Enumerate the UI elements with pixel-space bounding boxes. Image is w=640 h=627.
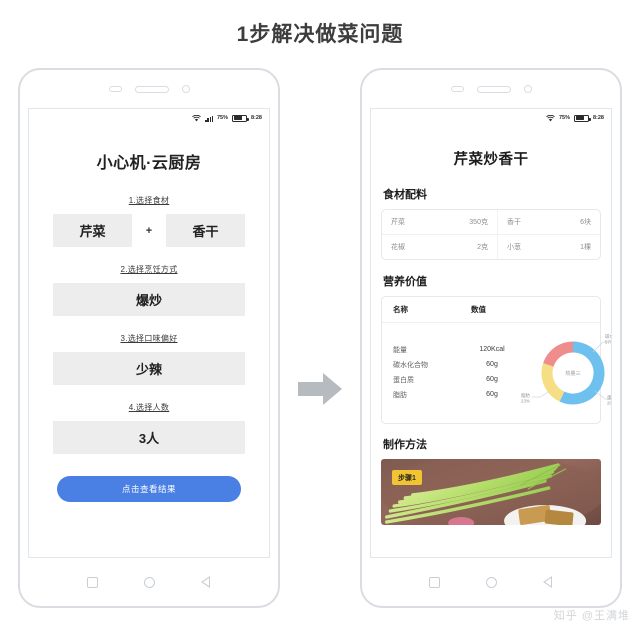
nutrition-rows: 能量 120Kcal 碳水化合物 60g 蛋白质 60g 脂肪 60g — [382, 342, 521, 402]
donut-label-protein-pct: 20% — [607, 401, 612, 406]
battery-percent-label: 75% — [558, 115, 570, 121]
table-row: 脂肪 60g — [393, 387, 521, 402]
ingredients-table: 芹菜 350克 香干 6块 花椒 2克 小葱 1棵 — [382, 210, 600, 259]
triangle-back-icon[interactable] — [542, 576, 553, 588]
circle-icon[interactable] — [486, 576, 498, 588]
nutrition-card: 名称 数值 能量 120Kcal 碳水化合物 60g 蛋白质 60g 脂肪 60… — [381, 296, 611, 424]
plus-icon: + — [145, 224, 153, 237]
ingredient-name: 芹菜 — [382, 210, 436, 235]
method-step-image[interactable]: 步骤1 — [381, 459, 601, 525]
speaker-grille-icon — [476, 85, 511, 93]
nutrition-table-body: 能量 120Kcal 碳水化合物 60g 蛋白质 60g 脂肪 60g 热量三 … — [382, 323, 611, 423]
status-clock: 8:28 — [250, 115, 262, 121]
android-nav-bar-left — [20, 559, 278, 605]
phone-screen-left: 75% 8:28 小心机·云厨房 1.选择食材 芹菜 + 香干 2.选择烹饪方式… — [28, 108, 270, 558]
step-label-servings: 4.选择人数 — [128, 403, 170, 412]
right-arrow — [296, 371, 344, 407]
column-header-value: 数值 — [471, 305, 486, 314]
nutrition-heading: 营养价值 — [383, 276, 427, 288]
ingredients-heading: 食材配料 — [383, 189, 427, 201]
step-badge: 步骤1 — [392, 470, 422, 485]
front-camera-icon — [523, 85, 532, 93]
status-clock: 8:28 — [592, 115, 604, 121]
recipe-title: 芹菜炒香干 — [453, 152, 529, 168]
nutrient-value: 60g — [486, 376, 498, 383]
triangle-back-icon[interactable] — [200, 576, 211, 588]
battery-icon — [231, 114, 249, 122]
ingredient-amount: 6块 — [551, 210, 600, 235]
phone-mockup-right: 75% 8:28 芹菜炒香干 食材配料 芹菜 350克 香干 6块 花椒 2克 … — [360, 68, 622, 608]
phone-top-bezel-left — [20, 70, 278, 108]
sensor-icon — [450, 86, 464, 92]
ingredient-b-field[interactable]: 香干 — [166, 214, 245, 247]
column-header-name: 名称 — [393, 305, 408, 314]
slice-fat — [543, 341, 574, 367]
watermark: 知乎 @王满堆 — [553, 610, 630, 622]
phone-mockup-left: 75% 8:28 小心机·云厨房 1.选择食材 芹菜 + 香干 2.选择烹饪方式… — [18, 68, 280, 608]
nutrient-value: 60g — [486, 391, 498, 398]
ingredient-amount: 2克 — [477, 244, 488, 251]
nutrient-name: 碳水化合物 — [393, 361, 428, 369]
sensor-icon — [108, 86, 122, 92]
donut-label-fat-pct: 23% — [521, 399, 530, 404]
table-row: 能量 120Kcal — [393, 342, 521, 357]
ingredient-selectors: 芹菜 + 香干 — [53, 214, 245, 247]
page-title: 1步解决做菜问题 — [236, 23, 404, 46]
nutrition-donut-chart: 热量三 碳水 57% 蛋白质 20% — [521, 329, 612, 415]
app-title: 小心机·云厨房 — [96, 155, 202, 172]
donut-label-carbs-pct: 57% — [605, 340, 612, 345]
step-label-cooking-method: 2.选择烹饪方式 — [120, 265, 178, 274]
step-label-ingredients: 1.选择食材 — [128, 196, 170, 205]
ingredient-name: 香干 — [496, 210, 552, 235]
wifi-icon — [192, 114, 202, 122]
recipe-form: 1.选择食材 芹菜 + 香干 2.选择烹饪方式 爆炒 3.选择口味偏好 少辣 4… — [29, 195, 269, 502]
ingredient-a-field[interactable]: 芹菜 — [53, 214, 132, 247]
circle-icon[interactable] — [144, 576, 156, 588]
wifi-icon — [546, 114, 555, 122]
table-row: 花椒 2克 小葱 1棵 — [382, 234, 600, 259]
step-label-taste: 3.选择口味偏好 — [120, 334, 178, 343]
ingredient-amount: 1棵 — [580, 244, 591, 251]
status-bar-right: 75% 8:28 — [371, 109, 611, 125]
ingredient-name: 花椒 — [391, 244, 405, 251]
donut-center-label: 热量三 — [565, 369, 581, 377]
table-row: 蛋白质 60g — [393, 372, 521, 387]
ingredient-name: 小葱 — [496, 234, 552, 259]
celery-photo — [381, 459, 601, 525]
speaker-grille-icon — [134, 85, 169, 93]
battery-icon — [573, 114, 591, 122]
nutrient-name: 能量 — [393, 346, 407, 354]
battery-percent-label: 75% — [216, 115, 228, 121]
ingredients-card: 芹菜 350克 香干 6块 花椒 2克 小葱 1棵 — [381, 209, 601, 260]
cooking-method-field[interactable]: 爆炒 — [53, 283, 245, 316]
front-camera-icon — [181, 85, 190, 93]
nutrient-name: 蛋白质 — [393, 376, 414, 384]
nutrition-table-header: 名称 数值 — [382, 297, 600, 323]
square-icon[interactable] — [429, 576, 441, 588]
ingredient-amount: 350克 — [435, 210, 498, 235]
taste-preference-field[interactable]: 少辣 — [53, 352, 245, 385]
submit-button[interactable]: 点击查看结果 — [57, 476, 241, 502]
servings-field[interactable]: 3人 — [53, 421, 245, 454]
square-icon[interactable] — [87, 576, 99, 588]
signal-bars-icon — [205, 115, 213, 122]
table-row: 芹菜 350克 香干 6块 — [382, 210, 600, 235]
table-row: 碳水化合物 60g — [393, 357, 521, 372]
stage: 75% 8:28 小心机·云厨房 1.选择食材 芹菜 + 香干 2.选择烹饪方式… — [0, 56, 640, 627]
nutrient-value: 60g — [486, 361, 498, 368]
phone-top-bezel-right — [362, 70, 620, 108]
method-heading: 制作方法 — [383, 439, 427, 451]
nutrient-name: 脂肪 — [393, 391, 407, 399]
android-nav-bar-right — [362, 559, 620, 605]
phone-screen-right: 75% 8:28 芹菜炒香干 食材配料 芹菜 350克 香干 6块 花椒 2克 … — [370, 108, 612, 558]
status-bar-left: 75% 8:28 — [29, 109, 269, 125]
nutrient-value: 120Kcal — [479, 346, 505, 353]
